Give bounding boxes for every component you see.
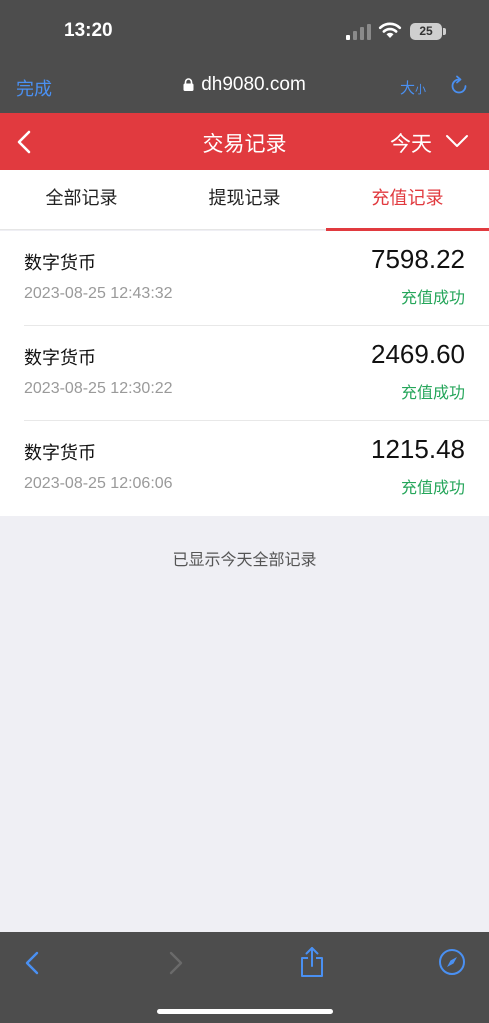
chevron-down-icon[interactable] <box>445 133 469 149</box>
nav-back-icon[interactable] <box>22 950 44 976</box>
record-amount: 2469.60 <box>371 339 465 369</box>
compass-icon[interactable] <box>438 948 466 976</box>
size-label-small: 小 <box>415 83 427 96</box>
record-time: 2023-08-25 12:06:06 <box>24 475 173 492</box>
list-item[interactable]: 数字货币 2023-08-25 12:06:06 1215.48 充值成功 <box>24 421 489 516</box>
status-time: 13:20 <box>64 20 113 41</box>
size-label-big: 大 <box>400 79 416 97</box>
record-name: 数字货币 <box>24 348 96 369</box>
tab-all-records[interactable]: 全部记录 <box>0 170 163 230</box>
share-icon[interactable] <box>299 946 325 978</box>
record-amount: 1215.48 <box>371 434 465 464</box>
wifi-icon <box>378 22 402 38</box>
record-status: 充值成功 <box>400 478 465 497</box>
browser-bottom-bar <box>0 932 489 1023</box>
reload-icon[interactable] <box>448 75 470 97</box>
record-name: 数字货币 <box>24 253 96 274</box>
text-size-button[interactable]: 大小 <box>400 77 426 98</box>
record-amount: 7598.22 <box>371 244 465 274</box>
signal-icon <box>346 24 371 40</box>
record-name: 数字货币 <box>24 443 96 464</box>
tab-deposit-records[interactable]: 充值记录 <box>326 170 489 231</box>
record-time: 2023-08-25 12:30:22 <box>24 380 173 397</box>
end-of-list-note: 已显示今天全部记录 <box>172 550 317 569</box>
nav-forward-icon[interactable] <box>164 950 186 976</box>
status-bar: 13:20 25 <box>0 0 489 62</box>
url-text: dh9080.com <box>201 74 306 95</box>
list-item[interactable]: 数字货币 2023-08-25 12:30:22 2469.60 充值成功 <box>24 326 489 421</box>
record-status: 充值成功 <box>400 383 465 402</box>
tab-withdraw-records[interactable]: 提现记录 <box>163 170 326 230</box>
record-tabs: 全部记录 提现记录 充值记录 <box>0 170 489 231</box>
date-filter[interactable]: 今天 <box>390 128 432 158</box>
lock-icon <box>183 78 194 91</box>
home-indicator <box>157 1009 333 1014</box>
record-status: 充值成功 <box>400 288 465 307</box>
list-item[interactable]: 数字货币 2023-08-25 12:43:32 7598.22 充值成功 <box>24 231 489 326</box>
record-time: 2023-08-25 12:43:32 <box>24 285 173 302</box>
browser-toolbar: 完成 dh9080.com 大小 <box>0 62 489 113</box>
battery-icon: 25 <box>410 23 446 40</box>
record-list: 数字货币 2023-08-25 12:43:32 7598.22 充值成功 数字… <box>0 231 489 516</box>
page-header: 交易记录 今天 <box>0 113 489 170</box>
